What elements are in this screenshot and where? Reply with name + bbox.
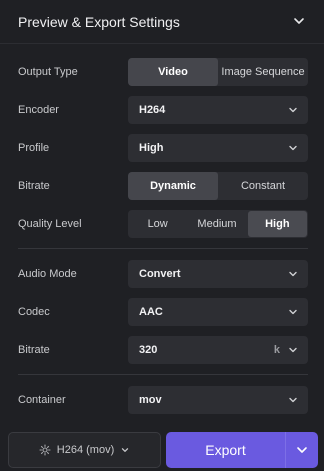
audio-mode-label: Audio Mode	[18, 268, 77, 280]
encoder-select[interactable]: H264	[128, 96, 308, 124]
chevron-down-icon	[287, 394, 299, 406]
chevron-down-icon	[287, 104, 299, 116]
quality-level-segmented: Low Medium High	[128, 210, 308, 238]
export-options-toggle[interactable]	[285, 432, 318, 468]
export-label[interactable]: Export	[166, 432, 285, 468]
encoder-row: Encoder H264	[0, 95, 324, 125]
chevron-down-icon	[287, 268, 299, 280]
chevron-down-icon	[120, 445, 130, 455]
panel-header[interactable]: Preview & Export Settings	[0, 0, 324, 44]
chevron-down-icon	[287, 306, 299, 318]
audio-mode-row: Audio Mode Convert	[0, 259, 324, 289]
chevron-down-icon	[295, 443, 309, 457]
video-bitrate-segmented: Dynamic Constant	[128, 172, 308, 200]
container-select[interactable]: mov	[128, 386, 308, 414]
container-label: Container	[18, 394, 66, 406]
chevron-down-icon	[287, 142, 299, 154]
preset-button[interactable]: H264 (mov)	[8, 432, 161, 468]
profile-row: Profile High	[0, 133, 324, 163]
codec-select[interactable]: AAC	[128, 298, 308, 326]
profile-select[interactable]: High	[128, 134, 308, 162]
video-bitrate-row: Bitrate Dynamic Constant	[0, 171, 324, 201]
audio-bitrate-combo[interactable]: 320 k	[128, 336, 308, 364]
bitrate-dynamic-option[interactable]: Dynamic	[128, 172, 218, 200]
output-type-segmented: Video Image Sequence	[128, 58, 308, 86]
output-type-row: Output Type Video Image Sequence	[0, 57, 324, 87]
output-type-image-sequence-option[interactable]: Image Sequence	[218, 58, 308, 86]
profile-value: High	[139, 142, 164, 154]
export-button[interactable]: Export	[166, 432, 318, 468]
quality-low-option[interactable]: Low	[128, 210, 187, 238]
audio-mode-select[interactable]: Convert	[128, 260, 308, 288]
output-type-label: Output Type	[18, 66, 78, 78]
audio-bitrate-unit: k	[273, 344, 280, 356]
codec-label: Codec	[18, 306, 50, 318]
container-row: Container mov	[0, 385, 324, 415]
audio-bitrate-value[interactable]: 320	[139, 344, 157, 356]
panel-title: Preview & Export Settings	[18, 13, 180, 30]
section-divider	[18, 374, 308, 375]
encoder-label: Encoder	[18, 104, 59, 116]
panel-footer: H264 (mov) Export	[0, 424, 324, 471]
quality-level-row: Quality Level Low Medium High	[0, 209, 324, 239]
container-value: mov	[139, 394, 162, 406]
preset-label: H264 (mov)	[56, 444, 115, 456]
bitrate-constant-option[interactable]: Constant	[218, 172, 308, 200]
export-settings-panel: Preview & Export Settings Output Type Vi…	[0, 0, 324, 471]
audio-mode-value: Convert	[139, 268, 181, 280]
audio-bitrate-row: Bitrate 320 k	[0, 335, 324, 365]
encoder-value: H264	[139, 104, 166, 116]
video-bitrate-label: Bitrate	[18, 180, 50, 192]
profile-label: Profile	[18, 142, 50, 154]
chevron-down-icon[interactable]	[287, 344, 299, 356]
codec-row: Codec AAC	[0, 297, 324, 327]
gear-icon	[39, 444, 51, 456]
collapse-chevron-icon[interactable]	[292, 14, 306, 28]
quality-high-option[interactable]: High	[247, 211, 307, 237]
audio-bitrate-label: Bitrate	[18, 344, 50, 356]
output-type-video-option[interactable]: Video	[128, 58, 218, 86]
quality-level-label: Quality Level	[18, 218, 82, 230]
quality-medium-option[interactable]: Medium	[187, 210, 246, 238]
section-divider	[18, 248, 308, 249]
codec-value: AAC	[139, 306, 163, 318]
